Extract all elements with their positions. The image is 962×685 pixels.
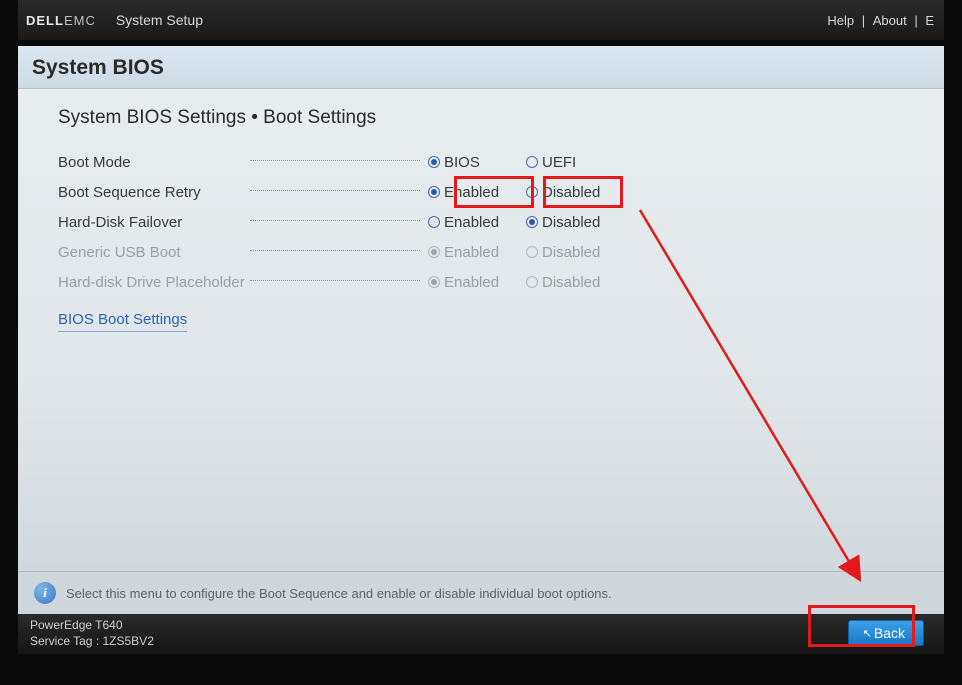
link-row: BIOS Boot Settings bbox=[58, 311, 914, 332]
setting-label: Boot Sequence Retry bbox=[58, 184, 248, 201]
radio-label: Disabled bbox=[542, 274, 600, 291]
radio-group: Enabled Disabled bbox=[428, 274, 624, 291]
top-right-links: Help | About | E bbox=[825, 13, 936, 28]
exit-link-partial[interactable]: E bbox=[925, 13, 934, 28]
panel-title-band: System BIOS bbox=[18, 46, 944, 89]
radio-disabled: Disabled bbox=[526, 244, 624, 261]
help-link[interactable]: Help bbox=[827, 13, 854, 28]
radio-icon bbox=[428, 246, 440, 258]
radio-label: UEFI bbox=[542, 154, 576, 171]
help-text: Select this menu to configure the Boot S… bbox=[66, 586, 612, 601]
top-bar: DELLEMC System Setup Help | About | E bbox=[18, 0, 944, 40]
radio-enabled: Enabled bbox=[428, 274, 526, 291]
setting-row-boot-sequence-retry: Boot Sequence Retry Enabled Disabled bbox=[58, 177, 914, 207]
radio-label: Enabled bbox=[444, 244, 499, 261]
dots bbox=[250, 250, 420, 251]
radio-icon bbox=[526, 156, 538, 168]
radio-label: Enabled bbox=[444, 274, 499, 291]
setting-row-generic-usb-boot: Generic USB Boot Enabled Disabled bbox=[58, 237, 914, 267]
panel-title: System BIOS bbox=[32, 56, 930, 80]
radio-label: BIOS bbox=[444, 154, 480, 171]
bios-boot-settings-link[interactable]: BIOS Boot Settings bbox=[58, 311, 187, 332]
radio-enabled[interactable]: Enabled bbox=[428, 214, 526, 231]
setting-row-hard-disk-failover: Hard-Disk Failover Enabled Disabled bbox=[58, 207, 914, 237]
app-title: System Setup bbox=[116, 12, 203, 28]
radio-icon bbox=[526, 276, 538, 288]
radio-icon bbox=[526, 216, 538, 228]
radio-icon bbox=[428, 156, 440, 168]
radio-label: Disabled bbox=[542, 184, 600, 201]
radio-disabled: Disabled bbox=[526, 274, 624, 291]
dots bbox=[250, 280, 420, 281]
dots bbox=[250, 160, 420, 161]
radio-icon bbox=[428, 216, 440, 228]
brand-logo: DELLEMC bbox=[26, 13, 96, 28]
setting-row-hd-placeholder: Hard-disk Drive Placeholder Enabled Disa… bbox=[58, 267, 914, 297]
radio-group: Enabled Disabled bbox=[428, 184, 624, 201]
main-panel: System BIOS System BIOS Settings • Boot … bbox=[18, 46, 944, 614]
content-area: System BIOS Settings • Boot Settings Boo… bbox=[18, 89, 944, 332]
footer-bar: PowerEdge T640 Service Tag : 1ZS5BV2 ↖ B… bbox=[18, 614, 944, 654]
radio-enabled[interactable]: Enabled bbox=[428, 184, 526, 201]
breadcrumb: System BIOS Settings • Boot Settings bbox=[58, 107, 914, 129]
footer-model: PowerEdge T640 bbox=[30, 618, 154, 634]
setting-label: Hard-Disk Failover bbox=[58, 214, 248, 231]
radio-icon bbox=[428, 276, 440, 288]
radio-icon bbox=[526, 186, 538, 198]
brand-suffix: EMC bbox=[64, 13, 96, 28]
radio-icon bbox=[526, 246, 538, 258]
radio-label: Enabled bbox=[444, 214, 499, 231]
footer-left: PowerEdge T640 Service Tag : 1ZS5BV2 bbox=[30, 618, 154, 649]
setting-label: Boot Mode bbox=[58, 154, 248, 171]
setting-row-boot-mode: Boot Mode BIOS UEFI bbox=[58, 147, 914, 177]
radio-uefi[interactable]: UEFI bbox=[526, 154, 624, 171]
radio-disabled[interactable]: Disabled bbox=[526, 184, 624, 201]
cursor-icon: ↖ bbox=[863, 627, 872, 640]
setting-label: Hard-disk Drive Placeholder bbox=[58, 274, 248, 291]
radio-label: Disabled bbox=[542, 214, 600, 231]
radio-icon bbox=[428, 186, 440, 198]
back-label: Back bbox=[874, 625, 905, 641]
radio-group: BIOS UEFI bbox=[428, 154, 624, 171]
dots bbox=[250, 190, 420, 191]
about-link[interactable]: About bbox=[873, 13, 907, 28]
footer-service-tag: Service Tag : 1ZS5BV2 bbox=[30, 634, 154, 650]
radio-group: Enabled Disabled bbox=[428, 244, 624, 261]
radio-group: Enabled Disabled bbox=[428, 214, 624, 231]
help-bar: i Select this menu to configure the Boot… bbox=[18, 571, 944, 614]
brand-main: DELL bbox=[26, 13, 64, 28]
dots bbox=[250, 220, 420, 221]
radio-bios[interactable]: BIOS bbox=[428, 154, 526, 171]
radio-label: Disabled bbox=[542, 244, 600, 261]
radio-disabled[interactable]: Disabled bbox=[526, 214, 624, 231]
back-button[interactable]: ↖ Back bbox=[848, 620, 924, 646]
radio-enabled: Enabled bbox=[428, 244, 526, 261]
radio-label: Enabled bbox=[444, 184, 499, 201]
info-icon: i bbox=[34, 582, 56, 604]
setting-label: Generic USB Boot bbox=[58, 244, 248, 261]
